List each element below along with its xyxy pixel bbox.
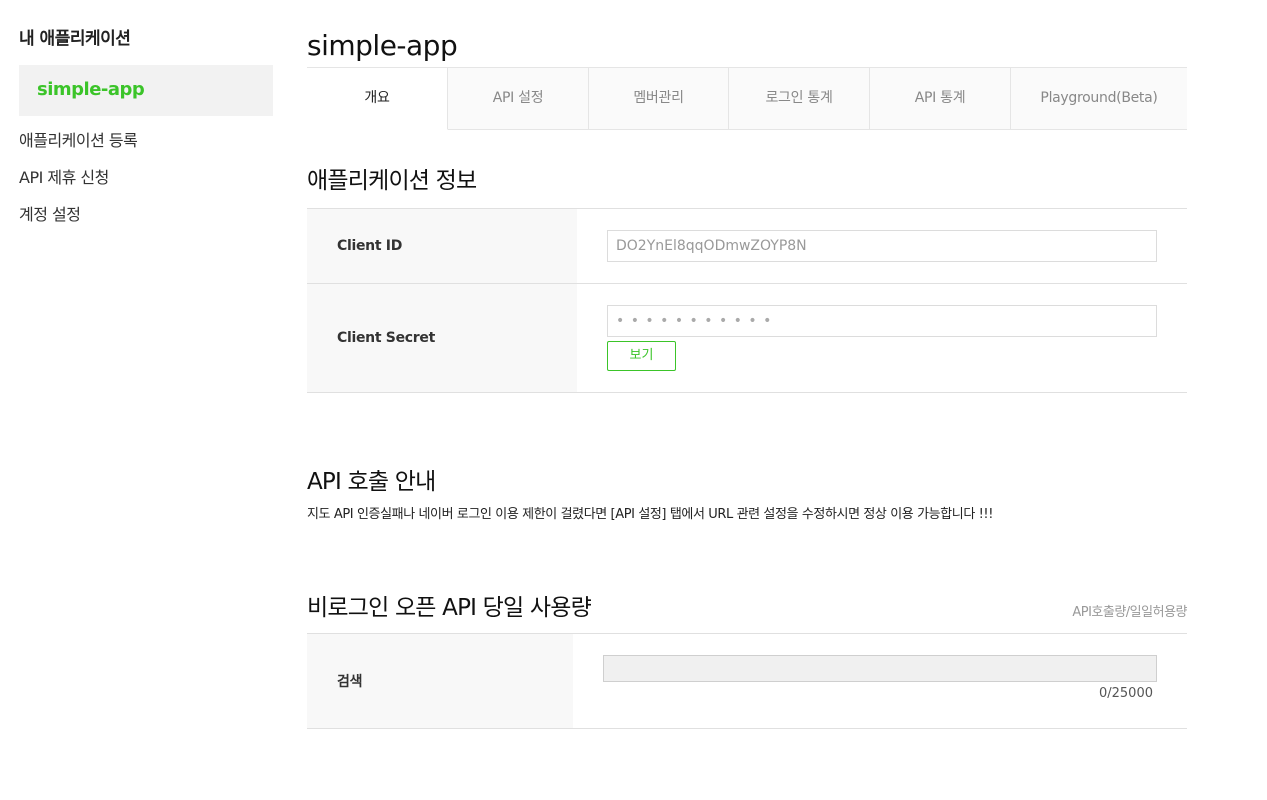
page-title: simple-app bbox=[307, 29, 458, 62]
client-id-row: Client ID DO2YnEl8qqODmwZOYP8N bbox=[307, 209, 1187, 284]
app-info-table: Client ID DO2YnEl8qqODmwZOYP8N Client Se… bbox=[307, 208, 1187, 393]
view-secret-button[interactable]: 보기 bbox=[607, 341, 676, 371]
usage-progress-bar bbox=[603, 655, 1157, 682]
sidebar-links: 애플리케이션 등록 API 제휴 신청 계정 설정 bbox=[19, 129, 273, 240]
usage-table: 검색 0/25000 bbox=[307, 633, 1187, 729]
client-secret-row: Client Secret • • • • • • • • • • • 보기 bbox=[307, 284, 1187, 393]
sidebar-item-register-app[interactable]: 애플리케이션 등록 bbox=[19, 129, 273, 166]
sidebar-title: 내 애플리케이션 bbox=[19, 29, 131, 49]
tab-api-stats[interactable]: API 통계 bbox=[870, 68, 1011, 130]
sidebar-item-account-settings[interactable]: 계정 설정 bbox=[19, 203, 273, 240]
api-notice-heading: API 호출 안내 bbox=[307, 469, 436, 495]
tab-api-settings[interactable]: API 설정 bbox=[448, 68, 589, 130]
tab-overview[interactable]: 개요 bbox=[307, 68, 448, 130]
client-secret-field[interactable]: • • • • • • • • • • • bbox=[607, 305, 1157, 337]
tab-playground[interactable]: Playground(Beta) bbox=[1011, 68, 1187, 130]
usage-header: 비로그인 오픈 API 당일 사용량 API호출량/일일허용량 bbox=[307, 588, 1187, 622]
usage-note: API호출량/일일허용량 bbox=[1072, 605, 1187, 620]
usage-row-search: 검색 0/25000 bbox=[307, 634, 1187, 729]
main-content: simple-app 개요 API 설정 멤버관리 로그인 통계 API 통계 … bbox=[307, 26, 1187, 729]
client-secret-label: Client Secret bbox=[307, 284, 577, 392]
usage-search-label: 검색 bbox=[307, 634, 573, 728]
tab-member-management[interactable]: 멤버관리 bbox=[589, 68, 729, 130]
app-info-heading: 애플리케이션 정보 bbox=[307, 168, 477, 194]
client-id-field[interactable]: DO2YnEl8qqODmwZOYP8N bbox=[607, 230, 1157, 262]
sidebar-item-api-partnership[interactable]: API 제휴 신청 bbox=[19, 166, 273, 203]
client-id-label: Client ID bbox=[307, 209, 577, 283]
api-notice-text: 지도 API 인증실패나 네이버 로그인 이용 제한이 걸렸다면 [API 설정… bbox=[307, 507, 994, 522]
sidebar: 내 애플리케이션 simple-app 애플리케이션 등록 API 제휴 신청 … bbox=[19, 26, 273, 240]
tab-bar: 개요 API 설정 멤버관리 로그인 통계 API 통계 Playground(… bbox=[307, 67, 1187, 130]
sidebar-item-simple-app[interactable]: simple-app bbox=[19, 65, 273, 116]
usage-heading: 비로그인 오픈 API 당일 사용량 bbox=[307, 595, 592, 621]
usage-count: 0/25000 bbox=[1098, 686, 1153, 701]
tab-login-stats[interactable]: 로그인 통계 bbox=[729, 68, 870, 130]
